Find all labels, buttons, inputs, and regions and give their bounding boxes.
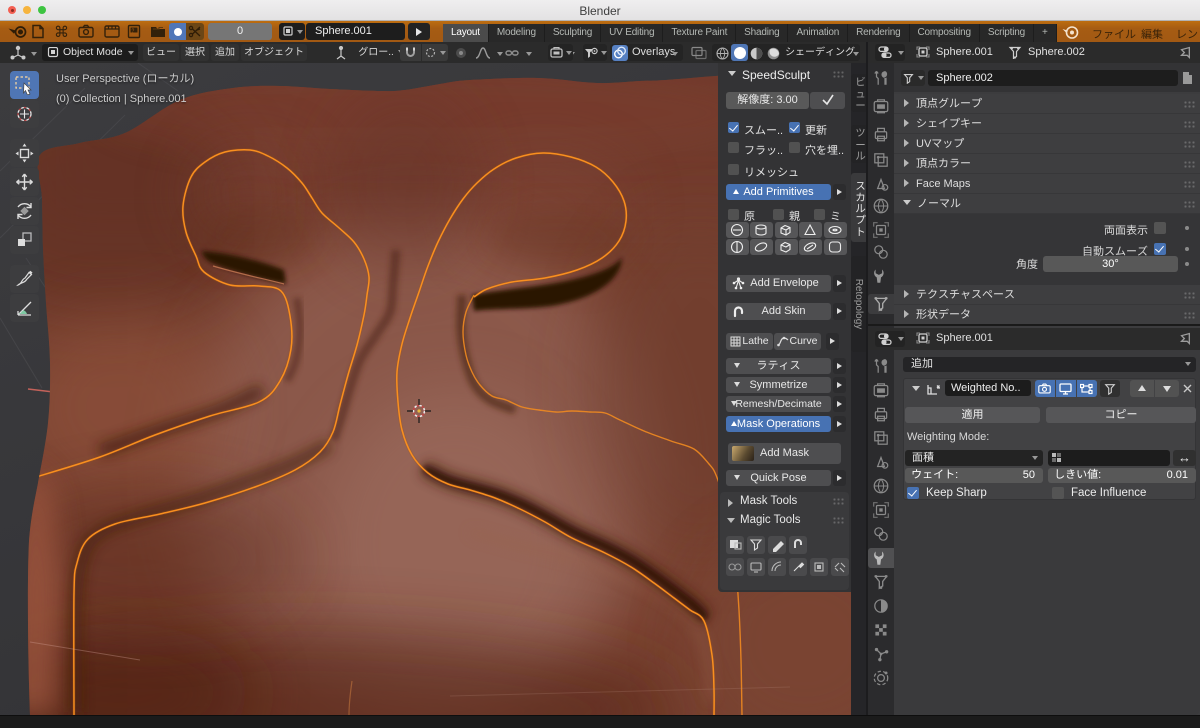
svg-text:?: ? (132, 28, 135, 34)
svg-text:⌘: ⌘ (54, 24, 69, 39)
